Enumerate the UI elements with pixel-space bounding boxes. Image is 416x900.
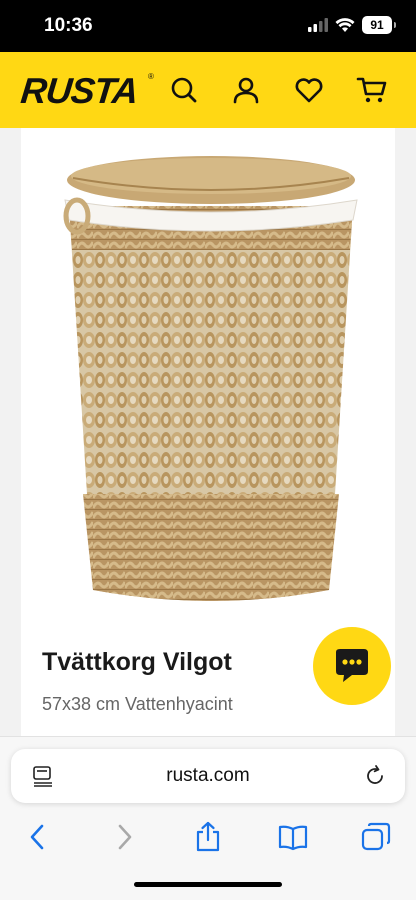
cellular-signal-icon xyxy=(308,18,328,32)
search-icon[interactable] xyxy=(168,74,200,106)
share-icon[interactable] xyxy=(192,821,224,853)
bookmarks-icon[interactable] xyxy=(277,821,309,853)
wifi-icon xyxy=(335,17,355,32)
battery-level: 91 xyxy=(370,18,384,32)
browser-toolbar: rusta.com xyxy=(0,736,416,900)
site-header: RUSTA ® xyxy=(0,52,416,128)
url-text[interactable]: rusta.com xyxy=(11,765,405,787)
reload-icon[interactable] xyxy=(363,764,387,788)
registered-mark: ® xyxy=(148,72,154,81)
forward-icon[interactable] xyxy=(108,821,140,853)
status-time: 10:36 xyxy=(44,15,93,36)
chat-bubble-icon xyxy=(336,649,368,682)
account-icon[interactable] xyxy=(230,74,262,106)
product-subtitle: 57x38 cm Vattenhyacint xyxy=(42,694,233,714)
status-icons: 91 xyxy=(308,16,396,34)
product-title[interactable]: Tvättkorg Vilgot xyxy=(42,648,232,677)
home-indicator xyxy=(134,882,282,887)
tabs-icon[interactable] xyxy=(360,821,392,853)
status-bar: 10:36 91 xyxy=(0,0,416,52)
heart-icon[interactable] xyxy=(293,74,325,106)
rusta-logo[interactable]: RUSTA xyxy=(19,70,140,112)
product-image[interactable] xyxy=(61,150,361,620)
address-bar[interactable]: rusta.com xyxy=(11,749,405,803)
battery-icon: 91 xyxy=(362,16,396,34)
chat-button[interactable] xyxy=(313,627,391,705)
back-icon[interactable] xyxy=(22,821,54,853)
cart-icon[interactable] xyxy=(356,74,388,106)
